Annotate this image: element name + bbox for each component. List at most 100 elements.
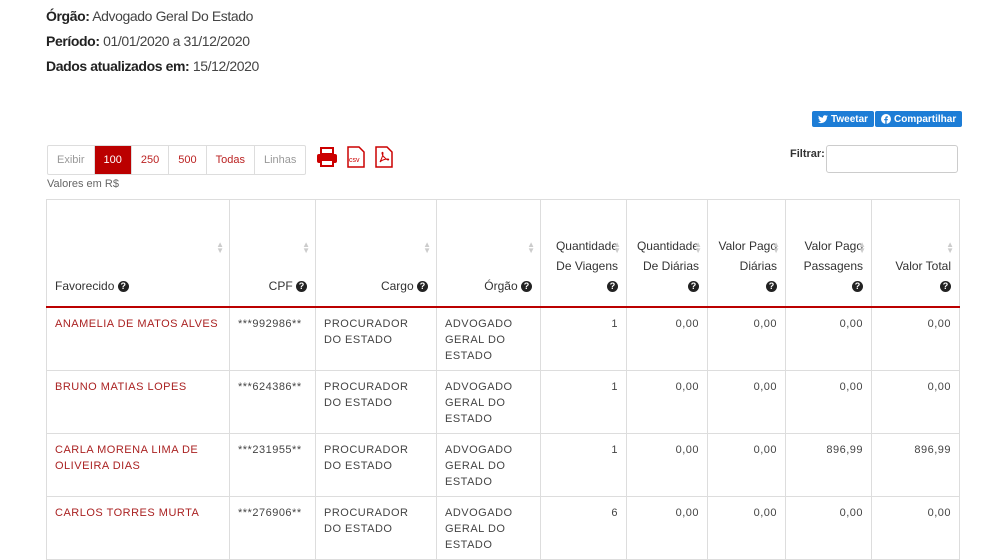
header-label: Valor Pago Passagens [803,239,863,273]
filter-label: Filtrar: [790,148,825,160]
cell-quantidade-viagens: 1 [540,306,627,371]
sort-icon: ▲ ▼ [423,240,431,255]
cell-favorecido[interactable]: BRUNO MATIAS LOPES [46,370,230,434]
cell-valor-total: 896,99 [871,433,960,497]
cell-cpf: ***231955** [229,433,316,497]
cell-valor-total: 0,00 [871,496,960,560]
page-size-100[interactable]: 100 [94,146,132,174]
help-icon: ? [117,281,129,293]
cell-orgao: ADVOGADO GERAL DO ESTADO [436,370,541,434]
filter-input[interactable] [826,145,958,173]
dados-label: Dados atualizados em: [46,58,190,74]
valores-note: Valores em R$ [47,178,119,190]
cell-quantidade-viagens: 1 [540,433,627,497]
help-icon: ? [688,281,699,293]
cell-quantidade-diarias: 0,00 [626,306,708,371]
header-quantidade-diarias[interactable]: ▲ ▼ Quantidade De Diárias? [626,199,708,308]
header-cpf[interactable]: ▲ ▼ CPF ? [229,199,316,308]
cell-cpf: ***992986** [229,306,316,371]
sort-icon: ▲ ▼ [858,240,866,255]
sort-icon: ▲ ▼ [302,240,310,255]
dados-value: 15/12/2020 [192,58,259,74]
cell-quantidade-diarias: 0,00 [626,433,708,497]
header-label: Favorecido [55,279,115,293]
facebook-icon [881,114,891,124]
share-label: Compartilhar [894,113,957,125]
cell-orgao: ADVOGADO GERAL DO ESTADO [436,433,541,497]
sort-icon: ▲ ▼ [772,240,780,255]
header-favorecido[interactable]: ▲ ▼ Favorecido ? [46,199,230,308]
header-orgao[interactable]: ▲ ▼ Órgão ? [436,199,541,308]
twitter-icon [818,114,828,123]
sort-icon: ▲ ▼ [527,240,535,255]
cell-quantidade-viagens: 6 [540,496,627,560]
cell-valor-pago-passagens: 0,00 [785,370,872,434]
cell-cargo: PROCURADOR DO ESTADO [315,370,437,434]
pdf-icon[interactable] [374,146,394,168]
print-icon[interactable] [316,146,338,168]
header-label: Valor Pago Diárias [718,239,777,273]
header-label: CPF [268,279,293,293]
help-icon: ? [296,281,307,293]
csv-text: csv [349,157,360,164]
dados-line: Dados atualizados em: 15/12/2020 [46,58,259,74]
sort-icon: ▲ ▼ [216,240,224,255]
cell-cpf: ***276906** [229,496,316,560]
cell-favorecido[interactable]: CARLA MORENA LIMA DE OLIVEIRA DIAS [46,433,230,497]
cell-valor-pago-passagens: 0,00 [785,496,872,560]
cell-valor-pago-passagens: 896,99 [785,433,872,497]
header-cargo[interactable]: ▲ ▼ Cargo ? [315,199,437,308]
table-row: CARLA MORENA LIMA DE OLIVEIRA DIAS ***231… [46,433,960,497]
header-label: Cargo [380,279,414,293]
page-size-all[interactable]: Todas [207,146,255,174]
cell-quantidade-viagens: 1 [540,370,627,434]
help-icon: ? [852,281,863,293]
orgao-label: Órgão: [46,8,90,24]
tweet-button[interactable]: Tweetar [812,111,875,127]
linhas-label: Linhas [263,154,297,166]
header-valor-pago-diarias[interactable]: ▲ ▼ Valor Pago Diárias? [707,199,786,308]
help-icon: ? [417,281,428,293]
cell-cargo: PROCURADOR DO ESTADO [315,306,437,371]
cell-cpf: ***624386** [229,370,316,434]
header-label: Quantidade De Viagens [555,239,618,273]
cell-cargo: PROCURADOR DO ESTADO [315,496,437,560]
cell-valor-pago-diarias: 0,00 [707,496,786,560]
table-header-row: ▲ ▼ Favorecido ? ▲ ▼ CPF ? ▲ ▼ Cargo ? ▲ ▼ Órgão… [46,199,960,308]
cell-valor-pago-passagens: 0,00 [785,306,872,371]
cell-valor-pago-diarias: 0,00 [707,433,786,497]
exibir-label: Exibir [48,146,95,174]
header-label: Quantidade De Diárias [636,239,699,273]
sort-icon: ▲ ▼ [613,240,621,255]
periodo-line: Período: 01/01/2020 a 31/12/2020 [46,33,250,49]
cell-valor-pago-diarias: 0,00 [707,306,786,371]
header-quantidade-viagens[interactable]: ▲ ▼ Quantidade De Viagens? [540,199,627,308]
page-size-250[interactable]: 250 [132,146,170,174]
page-size-500[interactable]: 500 [169,146,207,174]
cell-quantidade-diarias: 0,00 [626,496,708,560]
table-row: ANAMELIA DE MATOS ALVES ***992986** PROCUR… [46,306,960,371]
data-table: ▲ ▼ Favorecido ? ▲ ▼ CPF ? ▲ ▼ Cargo ? ▲ ▼ Órgão… [46,199,960,560]
orgao-line: Órgão: Advogado Geral Do Estado [46,8,253,24]
header-label: Valor Total [895,259,951,273]
cell-valor-total: 0,00 [871,370,960,434]
cell-favorecido[interactable]: CARLOS TORRES MURTA [46,496,230,560]
sort-icon: ▲ ▼ [946,240,954,255]
cell-cargo: PROCURADOR DO ESTADO [315,433,437,497]
cell-valor-pago-diarias: 0,00 [707,370,786,434]
header-label: Órgão [484,279,518,293]
cell-favorecido[interactable]: ANAMELIA DE MATOS ALVES [46,306,230,371]
header-valor-pago-passagens[interactable]: ▲ ▼ Valor Pago Passagens? [785,199,872,308]
help-icon: ? [766,281,777,293]
periodo-value: 01/01/2020 a 31/12/2020 [103,33,250,49]
csv-icon[interactable]: csv [346,146,366,168]
share-button[interactable]: Compartilhar [875,111,963,127]
tweet-label: Tweetar [831,113,869,125]
table-row: CARLOS TORRES MURTA ***276906** PROCURADOR… [46,496,960,560]
help-icon: ? [940,281,951,293]
header-valor-total[interactable]: ▲ ▼ Valor Total? [871,199,960,308]
cell-orgao: ADVOGADO GERAL DO ESTADO [436,306,541,371]
cell-orgao: ADVOGADO GERAL DO ESTADO [436,496,541,560]
page-size-selector: Exibir 100 250 500 Todas Linhas [47,145,307,175]
cell-valor-total: 0,00 [871,306,960,371]
